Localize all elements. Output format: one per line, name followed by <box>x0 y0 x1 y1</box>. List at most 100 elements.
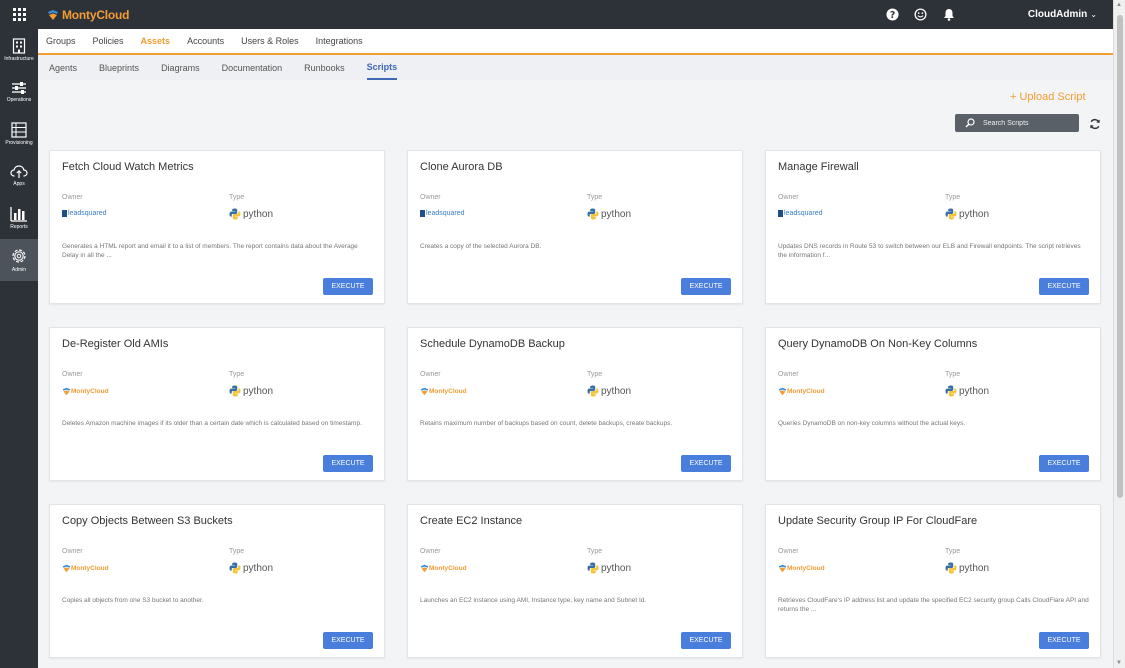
owner-value: MontyCloud <box>62 564 109 573</box>
vertical-scrollbar[interactable]: ▲ ▼ <box>1113 0 1125 668</box>
script-title[interactable]: Create EC2 Instance <box>420 515 522 527</box>
script-card[interactable]: Manage Firewall Owner Type leadsquared pytho… <box>765 150 1101 304</box>
owner-label: Owner <box>62 548 83 555</box>
brand-logo[interactable]: MontyCloud <box>47 7 130 22</box>
script-card[interactable]: Update Security Group IP For CloudFare Ow… <box>765 504 1101 658</box>
search-input[interactable] <box>983 119 1073 127</box>
app-grid-icon[interactable] <box>0 0 38 29</box>
top-bar: MontyCloud ? CloudAdmin ⌄ <box>0 0 1113 29</box>
owner-value: MontyCloud <box>778 387 825 396</box>
type-value: python <box>945 208 989 220</box>
python-logo-icon <box>229 562 241 574</box>
python-logo-icon <box>587 385 599 397</box>
execute-button[interactable]: EXECUTE <box>681 278 731 295</box>
type-name: python <box>601 208 632 220</box>
refresh-icon[interactable] <box>1089 117 1101 130</box>
execute-button[interactable]: EXECUTE <box>681 632 731 649</box>
owner-label: Owner <box>420 548 441 555</box>
execute-button[interactable]: EXECUTE <box>1039 455 1089 472</box>
tab-users-roles[interactable]: Users & Roles <box>241 36 299 46</box>
script-title[interactable]: De-Register Old AMIs <box>62 338 168 350</box>
script-description: Retrieves CloudFare's IP address list an… <box>778 597 1089 613</box>
script-description: Generates a HTML report and email it to … <box>62 243 358 259</box>
execute-button[interactable]: EXECUTE <box>323 632 373 649</box>
type-name: python <box>243 208 274 220</box>
execute-button[interactable]: EXECUTE <box>1039 278 1089 295</box>
scroll-down-arrow-icon[interactable]: ▼ <box>1116 660 1122 666</box>
execute-button[interactable]: EXECUTE <box>323 278 373 295</box>
infrastructure-icon <box>12 38 26 54</box>
type-value: python <box>229 562 273 574</box>
owner-label: Owner <box>778 194 799 201</box>
script-card[interactable]: De-Register Old AMIs Owner Type MontyCloud p… <box>49 327 385 481</box>
script-title[interactable]: Schedule DynamoDB Backup <box>420 338 565 350</box>
type-label: Type <box>587 371 603 378</box>
search-box <box>955 114 1079 132</box>
secondary-nav: Agents Blueprints Diagrams Documentation… <box>38 55 1113 80</box>
sidebar-item-apps[interactable]: Apps <box>0 155 38 197</box>
type-value: python <box>945 562 989 574</box>
type-name: python <box>959 385 990 397</box>
upload-script-link[interactable]: + Upload Script <box>1010 91 1086 103</box>
type-name: python <box>959 562 990 574</box>
script-title[interactable]: Query DynamoDB On Non-Key Columns <box>778 338 977 350</box>
execute-button[interactable]: EXECUTE <box>1039 632 1089 649</box>
tab-accounts[interactable]: Accounts <box>187 36 224 46</box>
sidebar-label: Apps <box>13 181 25 187</box>
subtab-agents[interactable]: Agents <box>49 55 77 80</box>
script-title[interactable]: Manage Firewall <box>778 161 859 173</box>
search-icon <box>965 118 975 128</box>
provisioning-icon <box>11 122 27 138</box>
script-title[interactable]: Copy Objects Between S3 Buckets <box>62 515 233 527</box>
subtab-diagrams[interactable]: Diagrams <box>161 55 200 80</box>
owner-logo: leadsquared <box>62 210 107 217</box>
user-menu[interactable]: CloudAdmin ⌄ <box>1028 9 1097 20</box>
script-title[interactable]: Update Security Group IP For CloudFare <box>778 515 977 527</box>
subtab-scripts[interactable]: Scripts <box>366 55 398 80</box>
subtab-blueprints[interactable]: Blueprints <box>99 55 139 80</box>
tab-policies[interactable]: Policies <box>93 36 124 46</box>
tab-assets[interactable]: Assets <box>141 36 171 46</box>
owner-name: MontyCloud <box>787 388 825 395</box>
script-card[interactable]: Query DynamoDB On Non-Key Columns Owner Ty… <box>765 327 1101 481</box>
script-card[interactable]: Clone Aurora DB Owner Type leadsquared pytho… <box>407 150 743 304</box>
help-icon[interactable]: ? <box>886 8 900 22</box>
owner-value: leadsquared <box>62 210 107 217</box>
script-title[interactable]: Clone Aurora DB <box>420 161 503 173</box>
owner-name: MontyCloud <box>71 388 109 395</box>
owner-name: leadsquared <box>68 210 107 217</box>
subtab-documentation[interactable]: Documentation <box>222 55 283 80</box>
scroll-up-arrow-icon[interactable]: ▲ <box>1116 2 1122 8</box>
tab-integrations[interactable]: Integrations <box>316 36 363 46</box>
python-logo-icon <box>229 385 241 397</box>
scrollbar-thumb[interactable] <box>1117 15 1123 498</box>
feedback-smiley-icon[interactable] <box>914 8 928 22</box>
montycloud-logo-icon <box>420 564 429 573</box>
owner-logo: leadsquared <box>778 210 823 217</box>
brand-name: MontyCloud <box>62 7 130 22</box>
sidebar-item-infrastructure[interactable]: Infrastructure <box>0 29 38 71</box>
script-title[interactable]: Fetch Cloud Watch Metrics <box>62 161 194 173</box>
sidebar-label: Operations <box>6 97 32 103</box>
user-name: CloudAdmin <box>1027 9 1088 20</box>
execute-button[interactable]: EXECUTE <box>323 455 373 472</box>
owner-label: Owner <box>420 194 441 201</box>
script-card[interactable]: Fetch Cloud Watch Metrics Owner Type leadsq… <box>49 150 385 304</box>
sidebar-label: Admin <box>11 267 27 273</box>
script-card[interactable]: Copy Objects Between S3 Buckets Owner Type… <box>49 504 385 658</box>
sidebar-item-reports[interactable]: Reports <box>0 197 38 239</box>
script-card[interactable]: Schedule DynamoDB Backup Owner Type MontyCl… <box>407 327 743 481</box>
sidebar-item-operations[interactable]: Operations <box>0 71 38 113</box>
sidebar-item-admin[interactable]: Admin <box>0 239 38 281</box>
execute-button[interactable]: EXECUTE <box>681 455 731 472</box>
sidebar-item-provisioning[interactable]: Provisioning <box>0 113 38 155</box>
montycloud-logo-icon <box>778 387 787 396</box>
tab-groups[interactable]: Groups <box>46 36 76 46</box>
owner-value: leadsquared <box>420 210 465 217</box>
owner-name: MontyCloud <box>429 565 467 572</box>
montycloud-logo-icon <box>778 564 787 573</box>
script-card[interactable]: Create EC2 Instance Owner Type MontyCloud py… <box>407 504 743 658</box>
subtab-runbooks[interactable]: Runbooks <box>304 55 345 80</box>
left-sidebar: Infrastructure Operations Provisioning A… <box>0 29 38 668</box>
notifications-bell-icon[interactable] <box>942 8 956 22</box>
